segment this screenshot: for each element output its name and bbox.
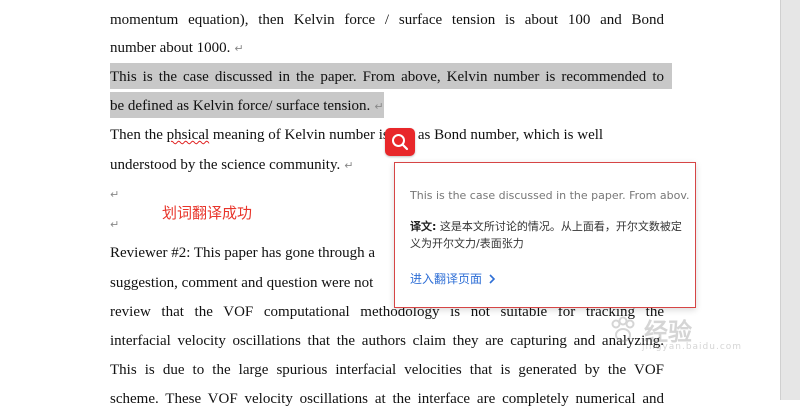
translation-label: 译文: xyxy=(410,220,437,233)
watermark: 经验 jingyan.baidu.com xyxy=(608,312,741,352)
spelling-error[interactable]: phsical xyxy=(167,127,210,143)
translation-popup: This is the case discussed in the paper.… xyxy=(394,162,696,308)
popup-translation: 译文: 这是本文所讨论的情况。从上面看，开尔文数被定义为开尔文力/表面张力 xyxy=(410,218,692,252)
doc-line[interactable]: interfacial velocity oscillations that t… xyxy=(110,331,664,351)
translation-success-note: 划词翻译成功 xyxy=(162,204,253,222)
link-label: 进入翻译页面 xyxy=(410,272,483,286)
doc-line[interactable]: momentum equation), then Kelvin force / … xyxy=(110,10,664,30)
scrollbar[interactable] xyxy=(780,0,800,400)
translation-text: 这是本文所讨论的情况。从上面看，开尔文数被定义为开尔文力/表面张力 xyxy=(410,220,682,250)
doc-line[interactable]: This is due to the large spurious interf… xyxy=(110,360,664,380)
doc-line[interactable]: scheme. These VOF velocity oscillations … xyxy=(110,389,664,409)
popup-source-text: This is the case discussed in the paper.… xyxy=(410,189,690,202)
paragraph-mark-icon: ↵ xyxy=(110,218,120,231)
paragraph-mark-icon: ↵ xyxy=(344,159,354,172)
watermark-sub: jingyan.baidu.com xyxy=(642,342,743,352)
paw-logo-icon xyxy=(611,316,635,342)
paragraph-mark-icon: ↵ xyxy=(110,188,120,201)
search-icon xyxy=(392,134,409,151)
doc-line-selected[interactable]: be defined as Kelvin force/ surface tens… xyxy=(110,96,664,117)
translate-search-button[interactable] xyxy=(385,128,415,156)
chevron-right-icon xyxy=(489,273,496,284)
paragraph-mark-icon: ↵ xyxy=(374,100,384,113)
doc-line[interactable]: number about 1000. ↵ xyxy=(110,38,664,59)
doc-line-selected[interactable]: This is the case discussed in the paper.… xyxy=(110,67,664,87)
open-translation-page-link[interactable]: 进入翻译页面 xyxy=(410,270,496,287)
paragraph-mark-icon: ↵ xyxy=(234,42,244,55)
